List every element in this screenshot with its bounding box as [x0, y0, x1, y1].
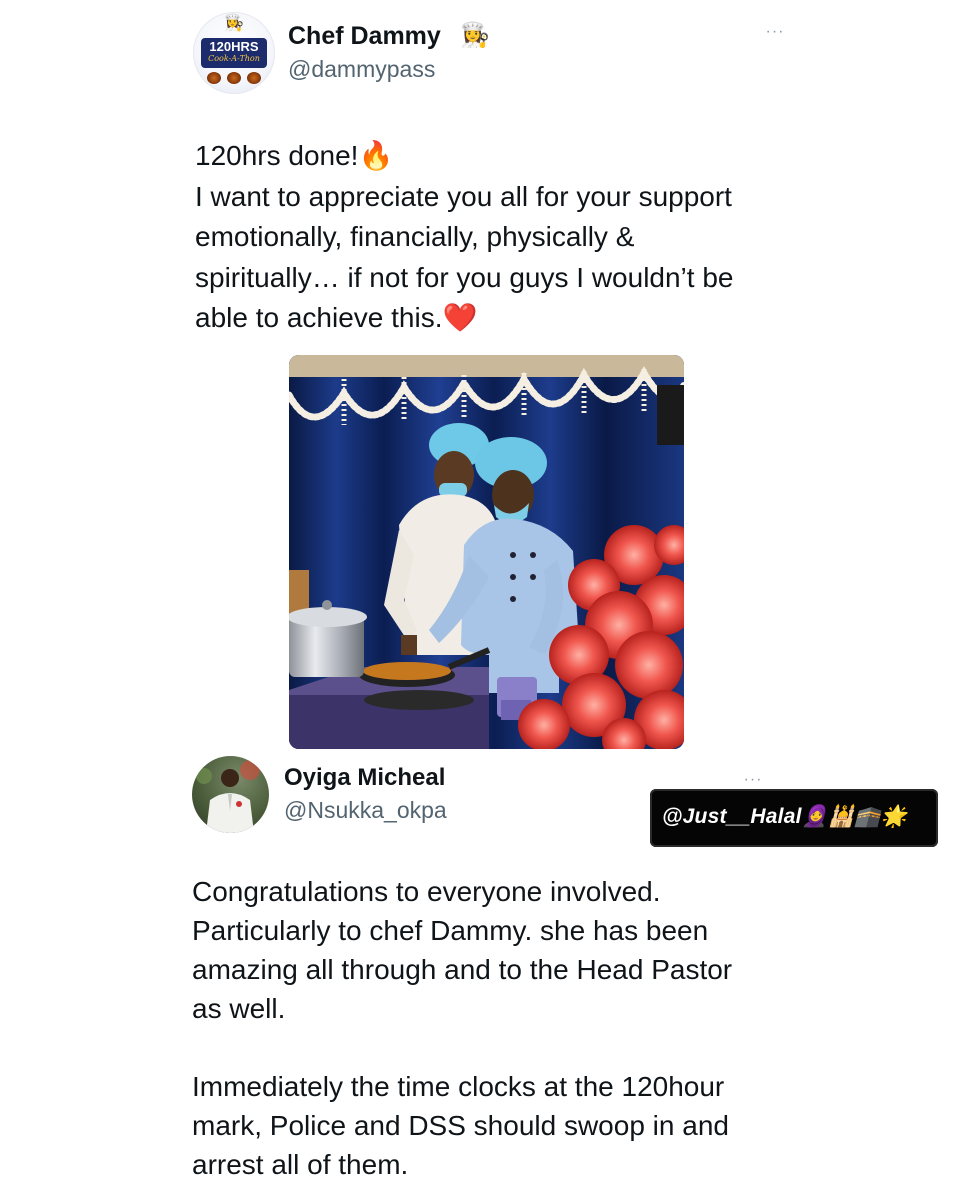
tweet1-photo[interactable]: [289, 355, 684, 749]
dish-icon: [207, 72, 221, 84]
tweet2-line: as well.: [192, 993, 286, 1024]
tweet1-more-options-icon[interactable]: ···: [760, 22, 790, 42]
screenshot-page: 👩‍🍳 120HRS Cook-A-Thon Chef Dammy 👩‍🍳 @d…: [0, 0, 960, 1200]
tweet1-line: I want to appreciate you all for your su…: [195, 180, 732, 212]
watermark-badge: @Just__Halal🧕🕌🕋🌟: [650, 789, 938, 847]
avatar-person-illustration: [196, 760, 260, 833]
tweet2-text: Congratulations to everyone involved. Pa…: [192, 872, 832, 1184]
tweet1-line: able to achieve this.❤️: [195, 302, 478, 333]
tweet2-line: mark, Police and DSS should swoop in and: [192, 1110, 729, 1141]
tweet1-handle[interactable]: @dammypass: [288, 54, 435, 84]
avatar-brand-title: 120HRS: [209, 39, 259, 54]
tweet2-more-options-icon[interactable]: ···: [738, 770, 768, 790]
tweet1-text: 120hrs done!🔥 I want to appreciate you a…: [195, 136, 835, 339]
avatar-brand-subtitle: Cook-A-Thon: [208, 54, 260, 63]
tweet2-display-name[interactable]: Oyiga Micheal: [284, 762, 445, 794]
tweet2-line: Congratulations to everyone involved.: [192, 876, 661, 907]
tweet1-display-name[interactable]: Chef Dammy: [288, 20, 441, 52]
dish-icon: [247, 72, 261, 84]
tweet1-line: emotionally, financially, physically &: [195, 221, 635, 252]
dish-icon: [227, 72, 241, 84]
tweet2-line: Immediately the time clocks at the 120ho…: [192, 1071, 725, 1102]
tweet2-line: amazing all through and to the Head Past…: [192, 954, 733, 985]
cooking-photo-illustration: [289, 355, 684, 749]
tweet2-line: arrest all of them.: [192, 1149, 409, 1180]
avatar-dishes: [207, 72, 263, 86]
cook-emoji-icon: 👩‍🍳: [460, 22, 490, 49]
tweet1-line: spiritually… if not for you guys I would…: [195, 261, 734, 293]
chef-dammy-avatar[interactable]: 👩‍🍳 120HRS Cook-A-Thon: [193, 12, 275, 94]
oyiga-micheal-avatar[interactable]: [192, 756, 269, 833]
tweet2-handle[interactable]: @Nsukka_okpa: [284, 795, 447, 825]
tweet2-line: Particularly to chef Dammy. she has been: [192, 915, 709, 946]
watermark-text: @Just__Halal🧕🕌🕋🌟: [662, 805, 907, 828]
tweet1-line: 120hrs done!🔥: [195, 140, 394, 171]
chef-hat-icon: 👩‍🍳: [224, 15, 244, 32]
